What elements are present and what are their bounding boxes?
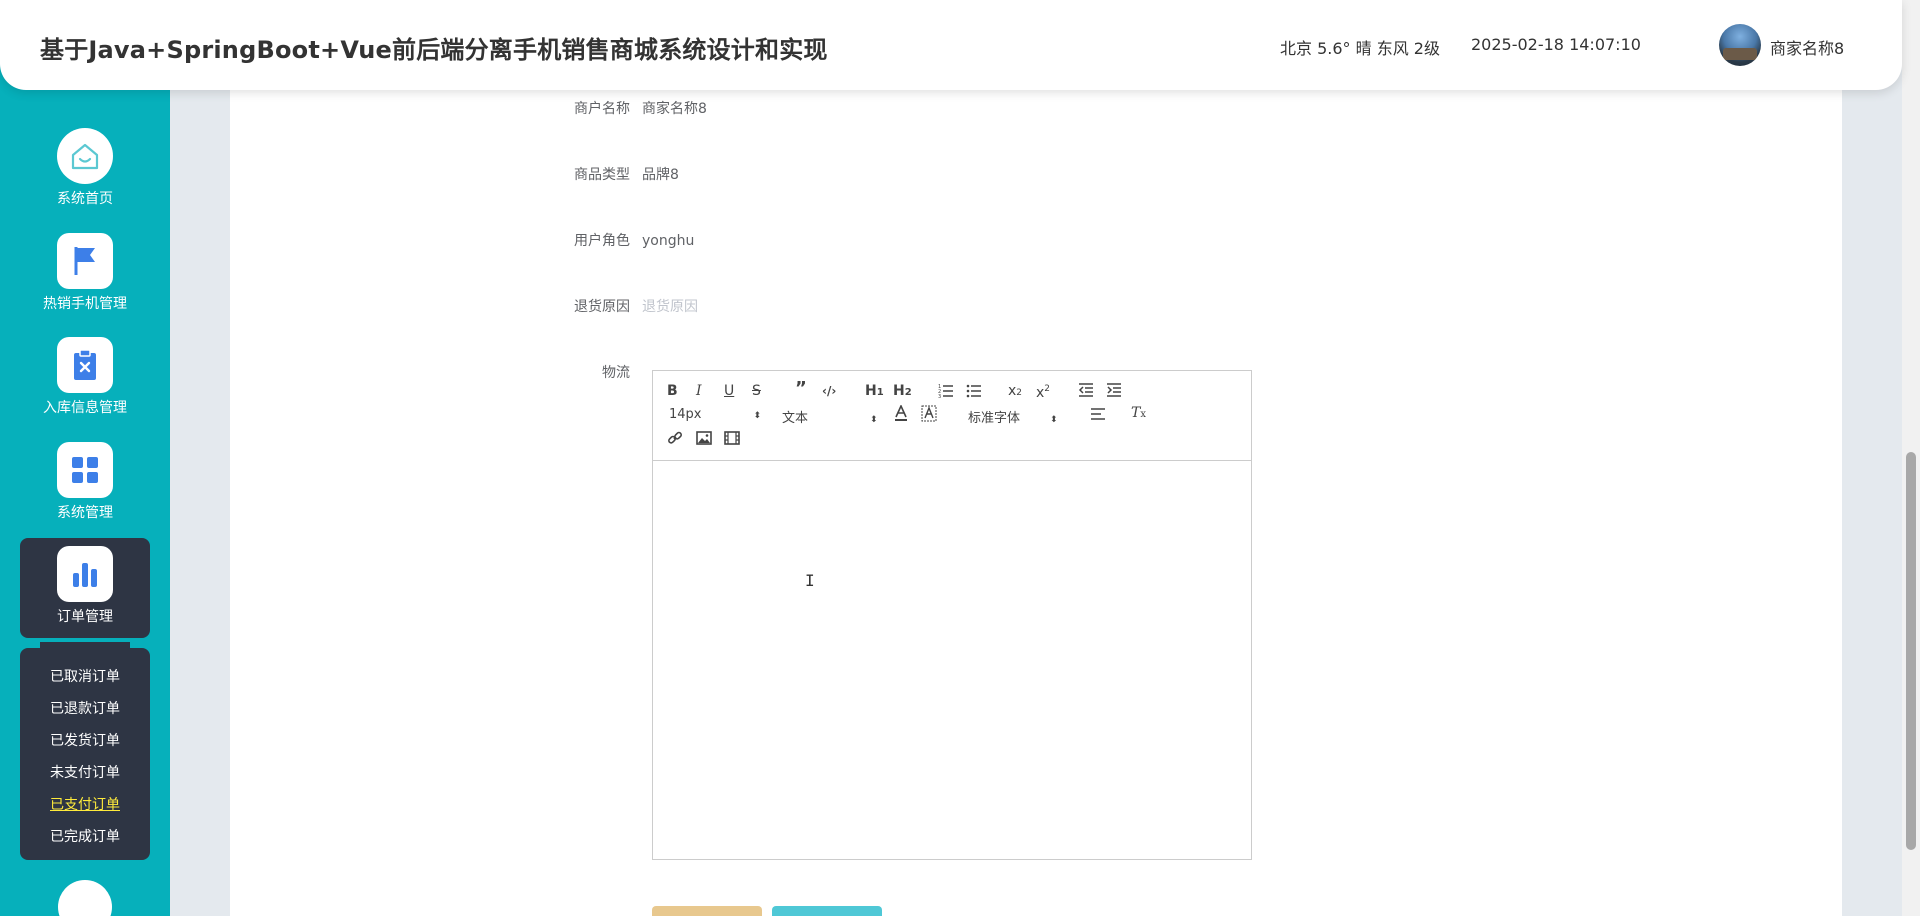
page-scrollbar[interactable] — [1902, 0, 1920, 916]
font-color-icon[interactable] — [893, 404, 909, 427]
sidebar-item-orders[interactable]: 订单管理 — [20, 538, 150, 638]
logistics-editor: B I U S ” ‹/› H1 H2 123 x2 x2 14px ⬍ 文本 ⬍ … — [652, 370, 1252, 860]
underline-icon[interactable]: U — [724, 383, 734, 399]
header-select-value: 文本 — [782, 411, 809, 426]
sidebar-item-label: 系统管理 — [57, 505, 113, 521]
video-icon[interactable] — [724, 430, 740, 450]
submenu-paid-orders[interactable]: 已支付订单 — [20, 789, 150, 821]
sidebar-item-inbound[interactable]: 入库信息管理 — [20, 337, 150, 417]
user-role-value: yonghu — [642, 233, 695, 249]
outdent-icon[interactable] — [1078, 382, 1094, 402]
sidebar: 系统首页 热销手机管理 入库信息管理 系统管理 订单管理 已取消订单 已退款订单… — [0, 0, 170, 916]
font-size-value: 14px — [669, 407, 702, 422]
submenu-unpaid-orders[interactable]: 未支付订单 — [20, 757, 150, 789]
background-color-icon[interactable] — [921, 405, 937, 427]
editor-content-area[interactable]: I — [653, 461, 1251, 859]
sidebar-item-label: 订单管理 — [57, 609, 113, 625]
sidebar-item-home[interactable]: 系统首页 — [20, 128, 150, 208]
return-reason-label: 退货原因 — [574, 299, 630, 315]
submenu-completed-orders[interactable]: 已完成订单 — [20, 821, 150, 853]
svg-text:3: 3 — [938, 394, 941, 398]
heading1-icon[interactable]: H1 — [865, 383, 884, 401]
clipboard-x-icon — [74, 349, 96, 380]
username[interactable]: 商家名称8 — [1770, 35, 1844, 59]
superscript-icon[interactable]: x2 — [1036, 381, 1050, 401]
font-family-select[interactable]: 标准字体 ⬍ — [968, 407, 1058, 426]
clipboard-icon-box — [57, 337, 113, 393]
page-title: 基于Java+SpringBoot+Vue前后端分离手机销售商城系统设计和实现 — [40, 36, 828, 64]
form-row-merchant-name: 商户名称 商家名称8 — [530, 98, 707, 118]
submit-button[interactable] — [652, 906, 762, 916]
font-size-select[interactable]: 14px ⬍ — [669, 407, 761, 422]
merchant-name-label: 商户名称 — [574, 101, 630, 117]
logistics-label: 物流 — [602, 365, 630, 381]
sidebar-item-next-icon-box[interactable] — [58, 880, 112, 916]
merchant-name-value: 商家名称8 — [642, 101, 707, 117]
form-row-return-reason: 退货原因 退货原因 — [530, 296, 698, 316]
user-role-label: 用户角色 — [574, 233, 630, 249]
scrollbar-thumb[interactable] — [1906, 452, 1916, 850]
goods-type-label: 商品类型 — [574, 167, 630, 183]
avatar[interactable] — [1719, 24, 1761, 66]
cancel-button[interactable] — [772, 906, 882, 916]
top-header: 基于Java+SpringBoot+Vue前后端分离手机销售商城系统设计和实现 … — [0, 0, 1902, 90]
align-icon[interactable] — [1090, 406, 1106, 426]
bar-chart-icon-box — [57, 546, 113, 602]
select-caret-icon: ⬍ — [753, 411, 762, 421]
form-row-user-role: 用户角色 yonghu — [530, 230, 694, 250]
header-select[interactable]: 文本 ⬍ — [782, 407, 878, 426]
subscript-icon[interactable]: x2 — [1008, 383, 1022, 401]
form-row-goods-type: 商品类型 品牌8 — [530, 164, 679, 184]
blockquote-icon[interactable]: ” — [795, 380, 807, 398]
datetime: 2025-02-18 14:07:10 — [1471, 35, 1641, 54]
clear-format-icon[interactable]: Tx — [1131, 405, 1146, 423]
italic-icon[interactable]: I — [696, 383, 702, 399]
indent-icon[interactable] — [1106, 382, 1122, 402]
sidebar-item-label: 入库信息管理 — [43, 400, 127, 416]
font-family-value: 标准字体 — [968, 411, 1021, 426]
form-row-logistics: 物流 — [530, 362, 642, 382]
orders-submenu: 已取消订单 已退款订单 已发货订单 未支付订单 已支付订单 已完成订单 — [20, 642, 150, 860]
flag-icon-box — [57, 233, 113, 289]
return-reason-input[interactable]: 退货原因 — [642, 299, 698, 315]
weather-info: 北京 5.6° 晴 东风 2级 — [1280, 39, 1440, 58]
select-caret-icon: ⬍ — [1050, 415, 1058, 425]
bullet-list-icon[interactable] — [966, 382, 982, 402]
heading2-icon[interactable]: H2 — [893, 383, 912, 401]
home-icon-box — [57, 128, 113, 184]
sidebar-item-label: 热销手机管理 — [43, 296, 127, 312]
sidebar-item-system[interactable]: 系统管理 — [20, 442, 150, 522]
select-caret-icon: ⬍ — [870, 415, 878, 425]
home-icon — [71, 143, 99, 170]
grid-icon-box — [57, 442, 113, 498]
ordered-list-icon[interactable]: 123 — [938, 382, 954, 402]
image-icon[interactable] — [696, 430, 712, 450]
bar-chart-icon — [73, 563, 97, 587]
link-icon[interactable] — [667, 430, 683, 450]
grid-icon — [72, 457, 98, 483]
editor-toolbar: B I U S ” ‹/› H1 H2 123 x2 x2 14px ⬍ 文本 ⬍ … — [653, 371, 1251, 461]
goods-type-value: 品牌8 — [642, 167, 679, 183]
submenu-cancelled-orders[interactable]: 已取消订单 — [20, 661, 150, 693]
submenu-shipped-orders[interactable]: 已发货订单 — [20, 725, 150, 757]
submenu-refunded-orders[interactable]: 已退款订单 — [20, 693, 150, 725]
sidebar-item-hot-phones[interactable]: 热销手机管理 — [20, 233, 150, 313]
flag-icon — [74, 247, 95, 275]
sidebar-item-label: 系统首页 — [57, 191, 113, 207]
code-block-icon[interactable]: ‹/› — [822, 383, 836, 399]
text-cursor-icon: I — [805, 571, 815, 590]
bold-icon[interactable]: B — [667, 383, 678, 399]
strikethrough-icon[interactable]: S — [752, 383, 761, 399]
